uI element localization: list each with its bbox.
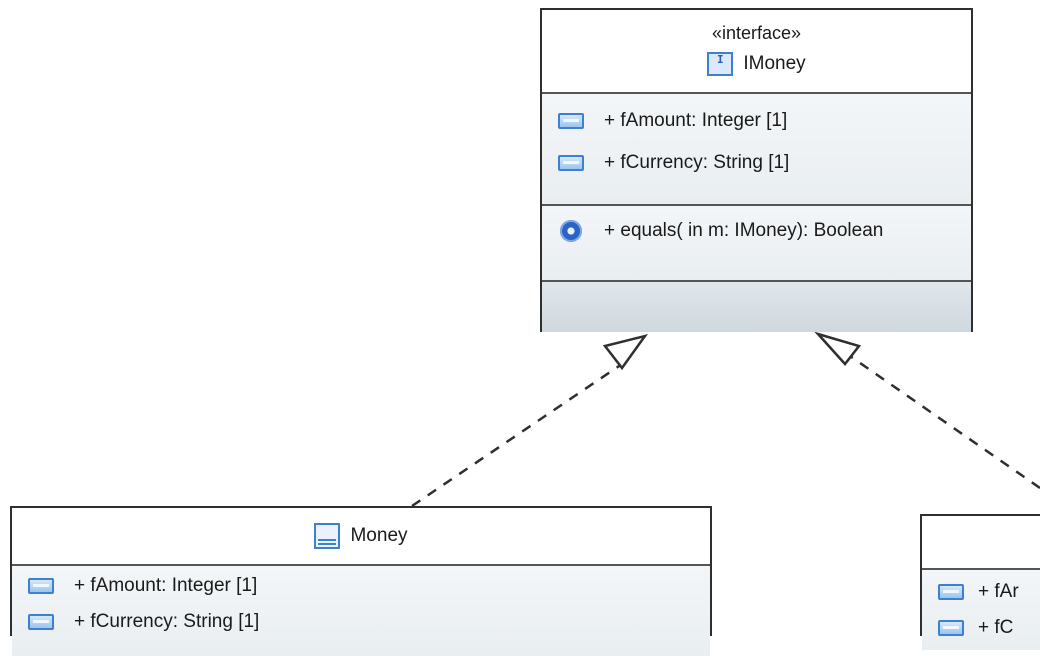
attribute-row[interactable]: + fCurrency: String [1] [542, 142, 971, 184]
attribute-icon [938, 620, 964, 636]
interface-name-line: I IMoney [542, 44, 971, 84]
attribute-text: + fC [978, 617, 1014, 638]
realization-arrowhead-right [814, 331, 862, 366]
interface-icon: I [707, 52, 734, 76]
attribute-text: + fAmount: Integer [1] [74, 575, 258, 596]
attribute-text: + fAmount: Integer [1] [604, 110, 788, 131]
attribute-text: + fCurrency: String [1] [74, 611, 260, 632]
attribute-text: + fCurrency: String [1] [604, 152, 790, 173]
class-name-line: Money [12, 508, 710, 564]
attributes-compartment: + fAr + fC [922, 570, 1040, 650]
interface-imoney[interactable]: «interface» I IMoney + fAmount: Integer [… [540, 8, 973, 332]
attributes-compartment: + fAmount: Integer [1] + fCurrency: Stri… [12, 566, 710, 656]
attribute-icon [558, 155, 584, 171]
realization-line-right [849, 354, 1040, 490]
class-name: Money [350, 525, 408, 546]
attribute-icon [938, 584, 964, 600]
realization-line-money [411, 360, 626, 508]
class-header [922, 516, 1040, 570]
attribute-row[interactable]: + fAr [922, 574, 1040, 610]
attribute-icon [28, 614, 54, 630]
attribute-text: + fAr [978, 581, 1019, 602]
attribute-row[interactable]: + fAmount: Integer [1] [12, 568, 710, 604]
attribute-row[interactable]: + fC [922, 610, 1040, 646]
attribute-icon [28, 578, 54, 594]
operation-row[interactable]: + equals( in m: IMoney): Boolean [542, 210, 971, 252]
attribute-row[interactable]: + fAmount: Integer [1] [542, 100, 971, 142]
operations-compartment: + equals( in m: IMoney): Boolean [542, 206, 971, 282]
interface-header: «interface» I IMoney [542, 10, 971, 94]
attributes-compartment: + fAmount: Integer [1] + fCurrency: Stri… [542, 94, 971, 206]
class-money[interactable]: Money + fAmount: Integer [1] + fCurrency… [10, 506, 712, 656]
stereotype-label: «interface» [711, 23, 802, 43]
attribute-row[interactable]: + fCurrency: String [1] [12, 604, 710, 640]
class-right-partial[interactable]: + fAr + fC [920, 514, 1040, 650]
attribute-icon [558, 113, 584, 129]
realization-arrowhead-money [602, 333, 649, 371]
empty-compartment [542, 282, 971, 332]
interface-name: IMoney [743, 53, 806, 74]
class-icon [314, 523, 341, 549]
class-header: Money [12, 508, 710, 566]
operation-text: + equals( in m: IMoney): Boolean [604, 220, 884, 241]
operation-gear-icon [560, 220, 582, 242]
